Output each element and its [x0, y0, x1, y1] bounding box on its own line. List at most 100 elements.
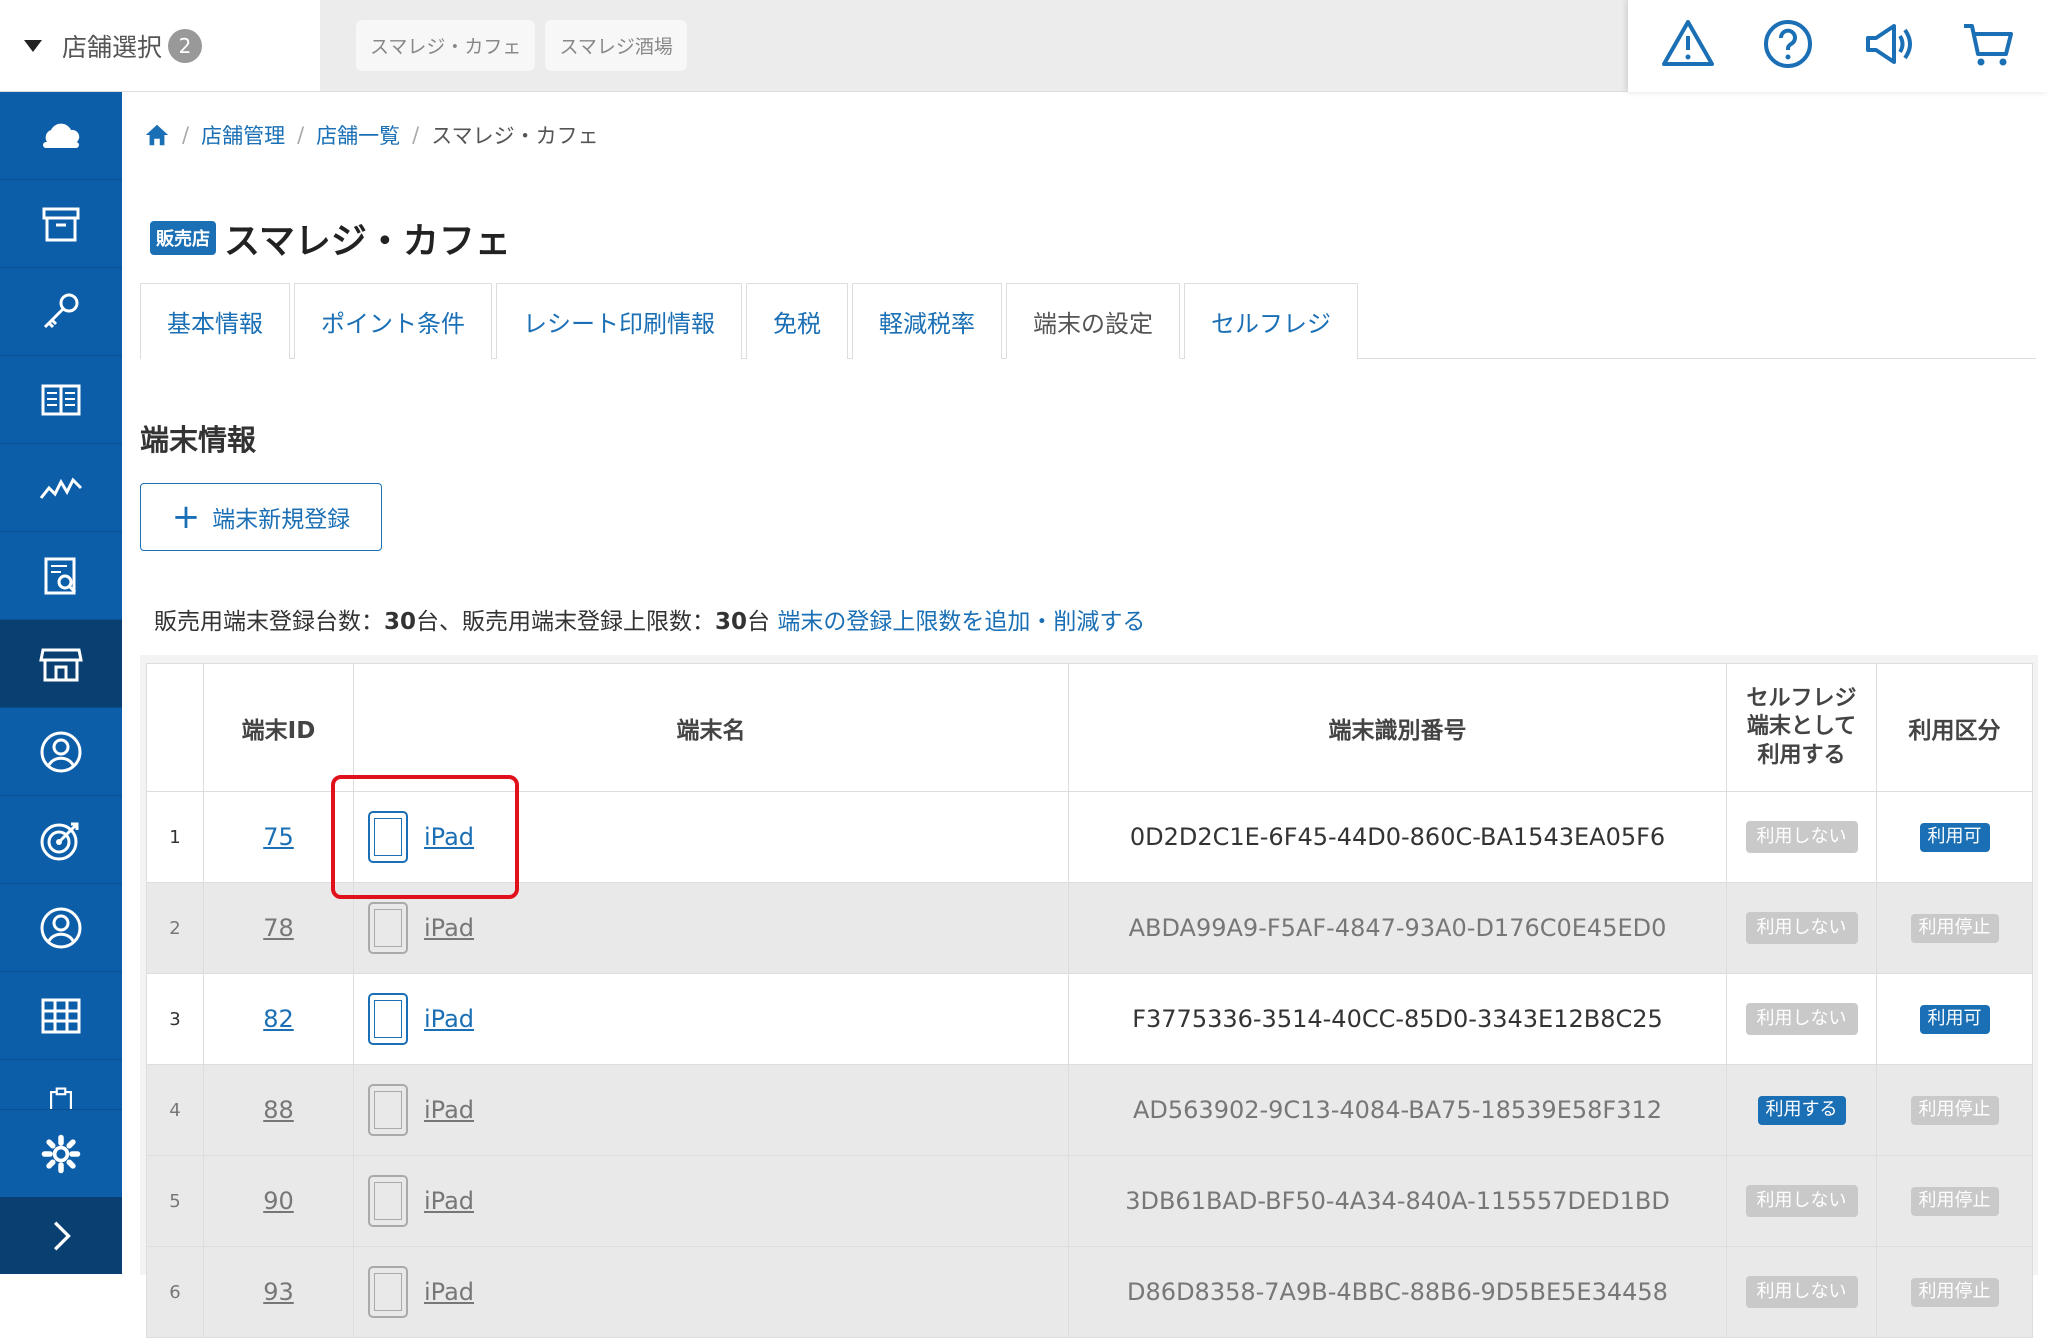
terminal-name-link[interactable]: iPad: [424, 1187, 474, 1215]
sidebar-item-customers[interactable]: [0, 708, 122, 796]
breadcrumb-store-list[interactable]: 店舗一覧: [316, 120, 400, 150]
col-header-self-checkout[interactable]: セルフレジ 端末として 利用する: [1726, 663, 1877, 792]
sidebar-item-reports[interactable]: [0, 532, 122, 620]
tab-tax-free[interactable]: 免税: [746, 283, 848, 359]
self-checkout-cell: 利用しない: [1726, 1246, 1877, 1338]
row-number: 5: [146, 1155, 204, 1247]
add-terminal-button[interactable]: + 端末新規登録: [140, 483, 382, 551]
terminal-id-link[interactable]: 90: [263, 1187, 294, 1215]
top-icons: [1628, 0, 2048, 92]
store-select-label: 店舗選択: [62, 32, 163, 62]
col-header-terminal-name[interactable]: 端末名: [353, 663, 1069, 792]
store-select-dropdown[interactable]: 店舗選択 2: [0, 0, 320, 92]
tab-basic-info[interactable]: 基本情報: [140, 283, 290, 359]
sidebar-item-apps[interactable]: [0, 972, 122, 1060]
summary-mid: 台、販売用端末登録上限数：: [416, 609, 716, 635]
sidebar-item-products[interactable]: [0, 180, 122, 268]
breadcrumb-current: スマレジ・カフェ: [431, 124, 599, 148]
terminal-name-cell: iPad: [353, 1246, 1069, 1338]
summary-prefix: 販売用端末登録台数：: [154, 609, 384, 635]
self-checkout-badge[interactable]: 利用する: [1757, 1096, 1846, 1125]
store-chip[interactable]: スマレジ酒場: [545, 20, 687, 71]
sidebar-expand-button[interactable]: [0, 1197, 122, 1274]
tab-reduced-tax[interactable]: 軽減税率: [852, 283, 1002, 359]
terminal-id-link[interactable]: 82: [263, 1005, 294, 1033]
self-checkout-badge[interactable]: 利用しない: [1745, 1184, 1858, 1218]
terminal-id-link[interactable]: 75: [263, 823, 294, 851]
usage-status-badge: 利用停止: [1910, 1278, 1999, 1307]
terminal-ident-cell: 0D2D2C1E-6F45-44D0-860C-BA1543EA05F6: [1068, 791, 1727, 883]
self-checkout-cell: 利用しない: [1726, 1155, 1877, 1247]
terminal-name-link[interactable]: iPad: [424, 1278, 474, 1306]
tab-terminal-settings[interactable]: 端末の設定: [1006, 283, 1180, 359]
box-icon: [42, 207, 80, 241]
self-checkout-badge[interactable]: 利用しない: [1745, 911, 1858, 945]
announcement-icon[interactable]: [1860, 16, 1916, 76]
terminal-id-cell: 75: [203, 791, 354, 883]
report-icon: [44, 557, 77, 594]
col-header-terminal-id[interactable]: 端末ID: [203, 663, 354, 792]
col-header-terminal-ident[interactable]: 端末識別番号: [1068, 663, 1727, 792]
terminal-id-link[interactable]: 93: [263, 1278, 294, 1306]
terminal-name-cell: iPad: [353, 1155, 1069, 1247]
usage-status-badge: 利用可: [1919, 1005, 1990, 1034]
tablet-icon: [368, 902, 408, 954]
terminal-id-cell: 88: [203, 1064, 354, 1156]
user-icon: [40, 907, 82, 948]
tab-bar: 基本情報 ポイント条件 レシート印刷情報 免税 軽減税率 端末の設定 セルフレジ: [140, 283, 2036, 359]
tab-point-conditions[interactable]: ポイント条件: [294, 283, 492, 359]
key-icon: [43, 293, 79, 328]
self-checkout-badge[interactable]: 利用しない: [1745, 1002, 1858, 1036]
col-header-usage-status[interactable]: 利用区分: [1876, 663, 2033, 792]
sidebar-item-home[interactable]: [0, 92, 122, 180]
terminal-name-link[interactable]: iPad: [424, 823, 474, 851]
sidebar-item-analytics[interactable]: [0, 444, 122, 532]
usage-status-cell: 利用停止: [1876, 1155, 2033, 1247]
store-count-badge: 2: [168, 28, 203, 63]
table-row: 1 75 iPad 0D2D2C1E-6F45-44D0-860C-BA1543…: [146, 791, 2033, 883]
row-number: 6: [146, 1246, 204, 1338]
terminal-name-link[interactable]: iPad: [424, 1096, 474, 1124]
usage-status-badge: 利用停止: [1910, 1096, 1999, 1125]
home-icon[interactable]: [144, 122, 170, 148]
settings-button[interactable]: [0, 1109, 122, 1197]
tablet-icon: [368, 1175, 408, 1227]
table-row: 5 90 iPad 3DB61BAD-BF50-4A34-840A-115557…: [146, 1155, 2033, 1247]
breadcrumb-store-management[interactable]: 店舗管理: [201, 120, 285, 150]
terminal-name-cell: iPad: [353, 791, 1069, 883]
section-title: 端末情報: [140, 423, 257, 457]
chart-icon: [39, 476, 83, 499]
tab-receipt-print[interactable]: レシート印刷情報: [496, 283, 742, 359]
terminal-ident-cell: 3DB61BAD-BF50-4A34-840A-115557DED1BD: [1068, 1155, 1727, 1247]
terminal-ident-cell: D86D8358-7A9B-4BBC-88B6-9D5BE5E34458: [1068, 1246, 1727, 1338]
breadcrumb-separator: /: [182, 123, 190, 147]
terminal-summary: 販売用端末登録台数：30台、販売用端末登録上限数：30台 端末の登録上限数を追加…: [154, 602, 1145, 636]
self-checkout-badge[interactable]: 利用しない: [1745, 820, 1858, 854]
terminal-id-link[interactable]: 88: [263, 1096, 294, 1124]
sidebar-item-ledger[interactable]: [0, 356, 122, 444]
terminal-name-link[interactable]: iPad: [424, 914, 474, 942]
tab-self-checkout[interactable]: セルフレジ: [1184, 283, 1358, 359]
page-header: 販売店 スマレジ・カフェ: [150, 212, 511, 264]
gear-icon: [41, 1134, 81, 1173]
terminal-name-link[interactable]: iPad: [424, 1005, 474, 1033]
help-icon[interactable]: [1760, 16, 1816, 76]
warning-icon[interactable]: [1660, 16, 1716, 76]
terminal-table: 端末ID 端末名 端末識別番号 セルフレジ 端末として 利用する 利用区分 1 …: [146, 663, 2033, 1338]
top-bar: 店舗選択 2 スマレジ・カフェ スマレジ酒場: [0, 0, 2048, 92]
terminal-ident-cell: F3775336-3514-40CC-85D0-3343E12B8C25: [1068, 973, 1727, 1065]
col-header-no: [146, 663, 204, 792]
terminal-id-link[interactable]: 78: [263, 914, 294, 942]
usage-status-cell: 利用停止: [1876, 882, 2033, 974]
adjust-limit-link[interactable]: 端末の登録上限数を追加・削減する: [777, 609, 1145, 635]
usage-status-cell: 利用停止: [1876, 1064, 2033, 1156]
breadcrumb-separator: /: [297, 123, 305, 147]
sidebar-item-staff[interactable]: [0, 884, 122, 972]
self-checkout-badge[interactable]: 利用しない: [1745, 1275, 1858, 1309]
cart-icon[interactable]: [1960, 16, 2016, 76]
table-row: 3 82 iPad F3775336-3514-40CC-85D0-3343E1…: [146, 973, 2033, 1065]
store-chip[interactable]: スマレジ・カフェ: [356, 20, 536, 71]
sidebar-item-keys[interactable]: [0, 268, 122, 356]
sidebar-item-stores[interactable]: [0, 620, 122, 708]
sidebar-item-targets[interactable]: [0, 796, 122, 884]
